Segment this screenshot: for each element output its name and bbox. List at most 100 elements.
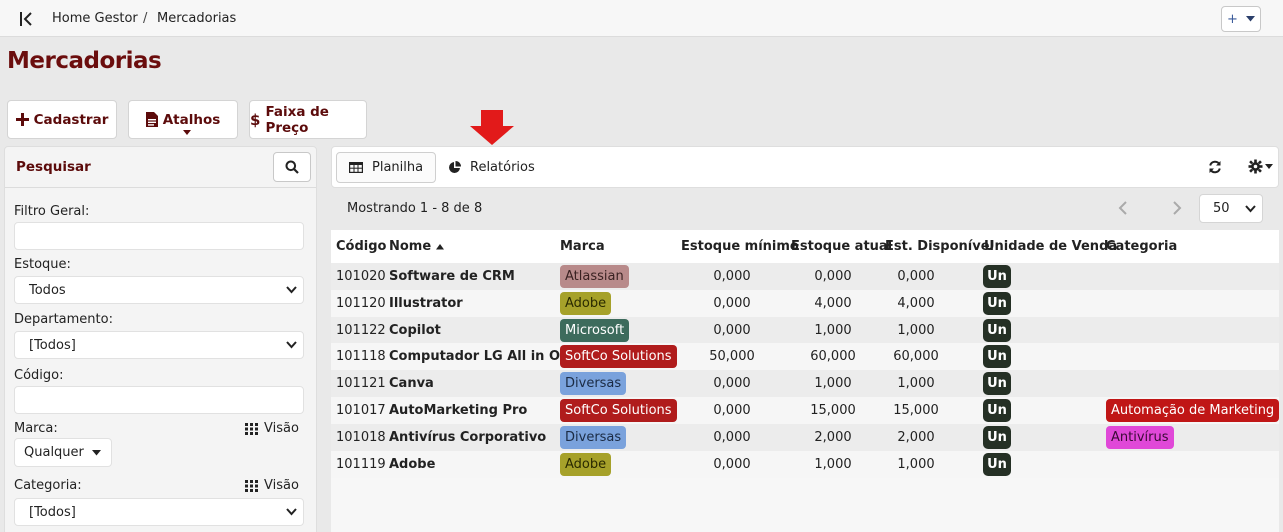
marca-badge: Diversas <box>560 425 627 449</box>
cadastrar-label: Cadastrar <box>33 111 109 128</box>
tab-planilha[interactable]: Planilha <box>336 152 437 183</box>
cell-est-disponivel: 60,000 <box>893 349 939 365</box>
cell-estoque-atual: 1,000 <box>814 376 852 392</box>
results-count: Mostrando 1 - 8 de 8 <box>347 201 483 216</box>
categoria-badge: Automação de Marketing <box>1106 399 1280 422</box>
cell-estoque-minimo: 0,000 <box>713 429 751 445</box>
table-row[interactable]: 101120 Illustrator Adobe 0,000 4,000 4,000 Un <box>331 289 1279 317</box>
breadcrumb-home-link[interactable]: Home Gestor <box>52 11 138 26</box>
collapse-left-icon[interactable] <box>16 9 36 29</box>
unidade-badge: Un <box>983 372 1011 396</box>
cell-codigo: 101120 <box>336 295 386 311</box>
per-page-select[interactable]: 50 <box>1199 194 1263 223</box>
marca-visao-toggle[interactable]: Visão <box>245 421 299 436</box>
caret-down-icon <box>91 449 101 455</box>
sidebar-title: Pesquisar <box>16 159 91 175</box>
cell-est-disponivel: 1,000 <box>897 456 935 472</box>
cell-estoque-minimo: 0,000 <box>713 295 751 311</box>
cell-codigo: 101020 <box>336 269 386 284</box>
categoria-label: Categoria: <box>14 478 82 493</box>
caret-down-icon <box>1265 164 1273 169</box>
cell-codigo: 101118 <box>336 349 386 365</box>
cell-nome[interactable]: Illustrator <box>389 296 463 311</box>
cell-nome[interactable]: AutoMarketing Pro <box>389 403 527 418</box>
cell-est-disponivel: 2,000 <box>897 429 935 445</box>
col-header-nome[interactable]: Nome <box>389 239 444 254</box>
categoria-select[interactable]: [Todos] <box>14 498 304 526</box>
cell-nome[interactable]: Antivírus Corporativo <box>389 430 546 445</box>
search-button[interactable] <box>273 152 311 182</box>
codigo-input[interactable] <box>14 386 304 414</box>
col-header-categoria[interactable]: Categoria <box>1106 239 1177 254</box>
plus-icon: + <box>1227 11 1238 27</box>
col-header-marca[interactable]: Marca <box>560 239 605 254</box>
col-header-estoque-atual[interactable]: Estoque atual <box>791 239 892 254</box>
cell-nome[interactable]: Computador LG All in One <box>389 349 578 364</box>
faixa-de-preco-button[interactable]: $ Faixa de Preço <box>249 100 367 139</box>
filtro-geral-input[interactable] <box>14 222 304 250</box>
unidade-badge: Un <box>983 399 1011 422</box>
estoque-value: Todos <box>29 282 66 298</box>
departamento-label: Departamento: <box>14 312 113 327</box>
table-row[interactable]: 101020 Software de CRM Atlassian 0,000 0,000… <box>331 263 1279 290</box>
chevron-down-icon <box>286 286 297 294</box>
cell-est-disponivel: 1,000 <box>897 322 935 338</box>
chevron-down-icon <box>1245 205 1256 213</box>
cell-codigo: 101017 <box>336 403 386 418</box>
marca-value: Qualquer <box>24 445 84 460</box>
categoria-visao-toggle[interactable]: Visão <box>245 478 299 493</box>
next-page-icon[interactable] <box>1172 201 1182 219</box>
settings-dropdown[interactable] <box>1248 159 1273 174</box>
col-header-est-disponivel[interactable]: Est. Disponível <box>885 239 994 254</box>
tab-relatorios-label: Relatórios <box>470 160 535 175</box>
cell-estoque-minimo: 0,000 <box>713 456 751 472</box>
cell-nome[interactable]: Copilot <box>389 323 441 338</box>
view-tabs: Planilha Relatórios <box>331 146 1279 188</box>
table-row[interactable]: 101122 Copilot Microsoft 0,000 1,000 1,000 Un <box>331 316 1279 344</box>
cell-estoque-minimo: 0,000 <box>713 269 751 284</box>
tab-planilha-label: Planilha <box>372 160 424 175</box>
marca-badge: Atlassian <box>560 265 629 288</box>
table-row[interactable]: 101121 Canva Diversas 0,000 1,000 1,000 Un <box>331 370 1279 398</box>
cell-nome[interactable]: Adobe <box>389 457 435 472</box>
cell-nome[interactable]: Software de CRM <box>389 269 515 284</box>
cell-est-disponivel: 0,000 <box>897 269 935 284</box>
atalhos-button[interactable]: Atalhos <box>128 100 238 139</box>
top-bar: Home Gestor / Mercadorias + <box>0 0 1283 37</box>
unidade-badge: Un <box>983 318 1011 342</box>
add-dropdown-button[interactable]: + <box>1221 6 1261 32</box>
unidade-badge: Un <box>983 425 1011 449</box>
faixa-de-preco-label: Faixa de Preço <box>265 103 329 136</box>
filtro-geral-label: Filtro Geral: <box>14 204 90 219</box>
categoria-badge: Antivírus <box>1106 425 1174 449</box>
col-header-estoque-minimo[interactable]: Estoque mínimo <box>681 239 799 254</box>
unidade-badge: Un <box>983 265 1011 288</box>
estoque-select[interactable]: Todos <box>14 276 304 304</box>
cell-nome[interactable]: Canva <box>389 376 434 391</box>
cell-estoque-minimo: 0,000 <box>713 376 751 392</box>
table-row[interactable]: 101018 Antivírus Corporativo Diversas 0,000… <box>331 423 1279 451</box>
departamento-select[interactable]: [Todos] <box>14 331 304 359</box>
departamento-value: [Todos] <box>29 337 76 353</box>
table-row[interactable]: 101118 Computador LG All in One SoftCo Sol… <box>331 343 1279 371</box>
marca-visao-label: Visão <box>264 421 299 436</box>
col-header-codigo[interactable]: Código <box>336 239 386 254</box>
marca-badge: Diversas <box>560 372 627 396</box>
grid-icon <box>245 422 258 435</box>
table-row[interactable]: 101017 AutoMarketing Pro SoftCo Solutions 0… <box>331 397 1280 424</box>
col-header-unidade[interactable]: Unidade de Venda <box>984 239 1117 254</box>
sort-asc-icon <box>435 244 444 250</box>
cell-estoque-atual: 60,000 <box>810 349 856 365</box>
annotation-arrow-icon <box>469 110 515 150</box>
cadastrar-button[interactable]: Cadastrar <box>7 100 117 139</box>
table-row[interactable]: 101119 Adobe Adobe 0,000 1,000 1,000 Un <box>331 450 1279 478</box>
marca-dropdown[interactable]: Qualquer <box>14 438 112 467</box>
cell-codigo: 101121 <box>336 376 386 392</box>
previous-page-icon[interactable] <box>1118 201 1128 219</box>
tab-relatorios[interactable]: Relatórios <box>436 152 547 183</box>
marca-badge: Adobe <box>560 452 612 476</box>
dollar-icon: $ <box>250 110 261 129</box>
refresh-icon[interactable] <box>1208 160 1222 178</box>
cell-estoque-atual: 1,000 <box>814 322 852 338</box>
col-header-nome-label: Nome <box>389 239 432 254</box>
